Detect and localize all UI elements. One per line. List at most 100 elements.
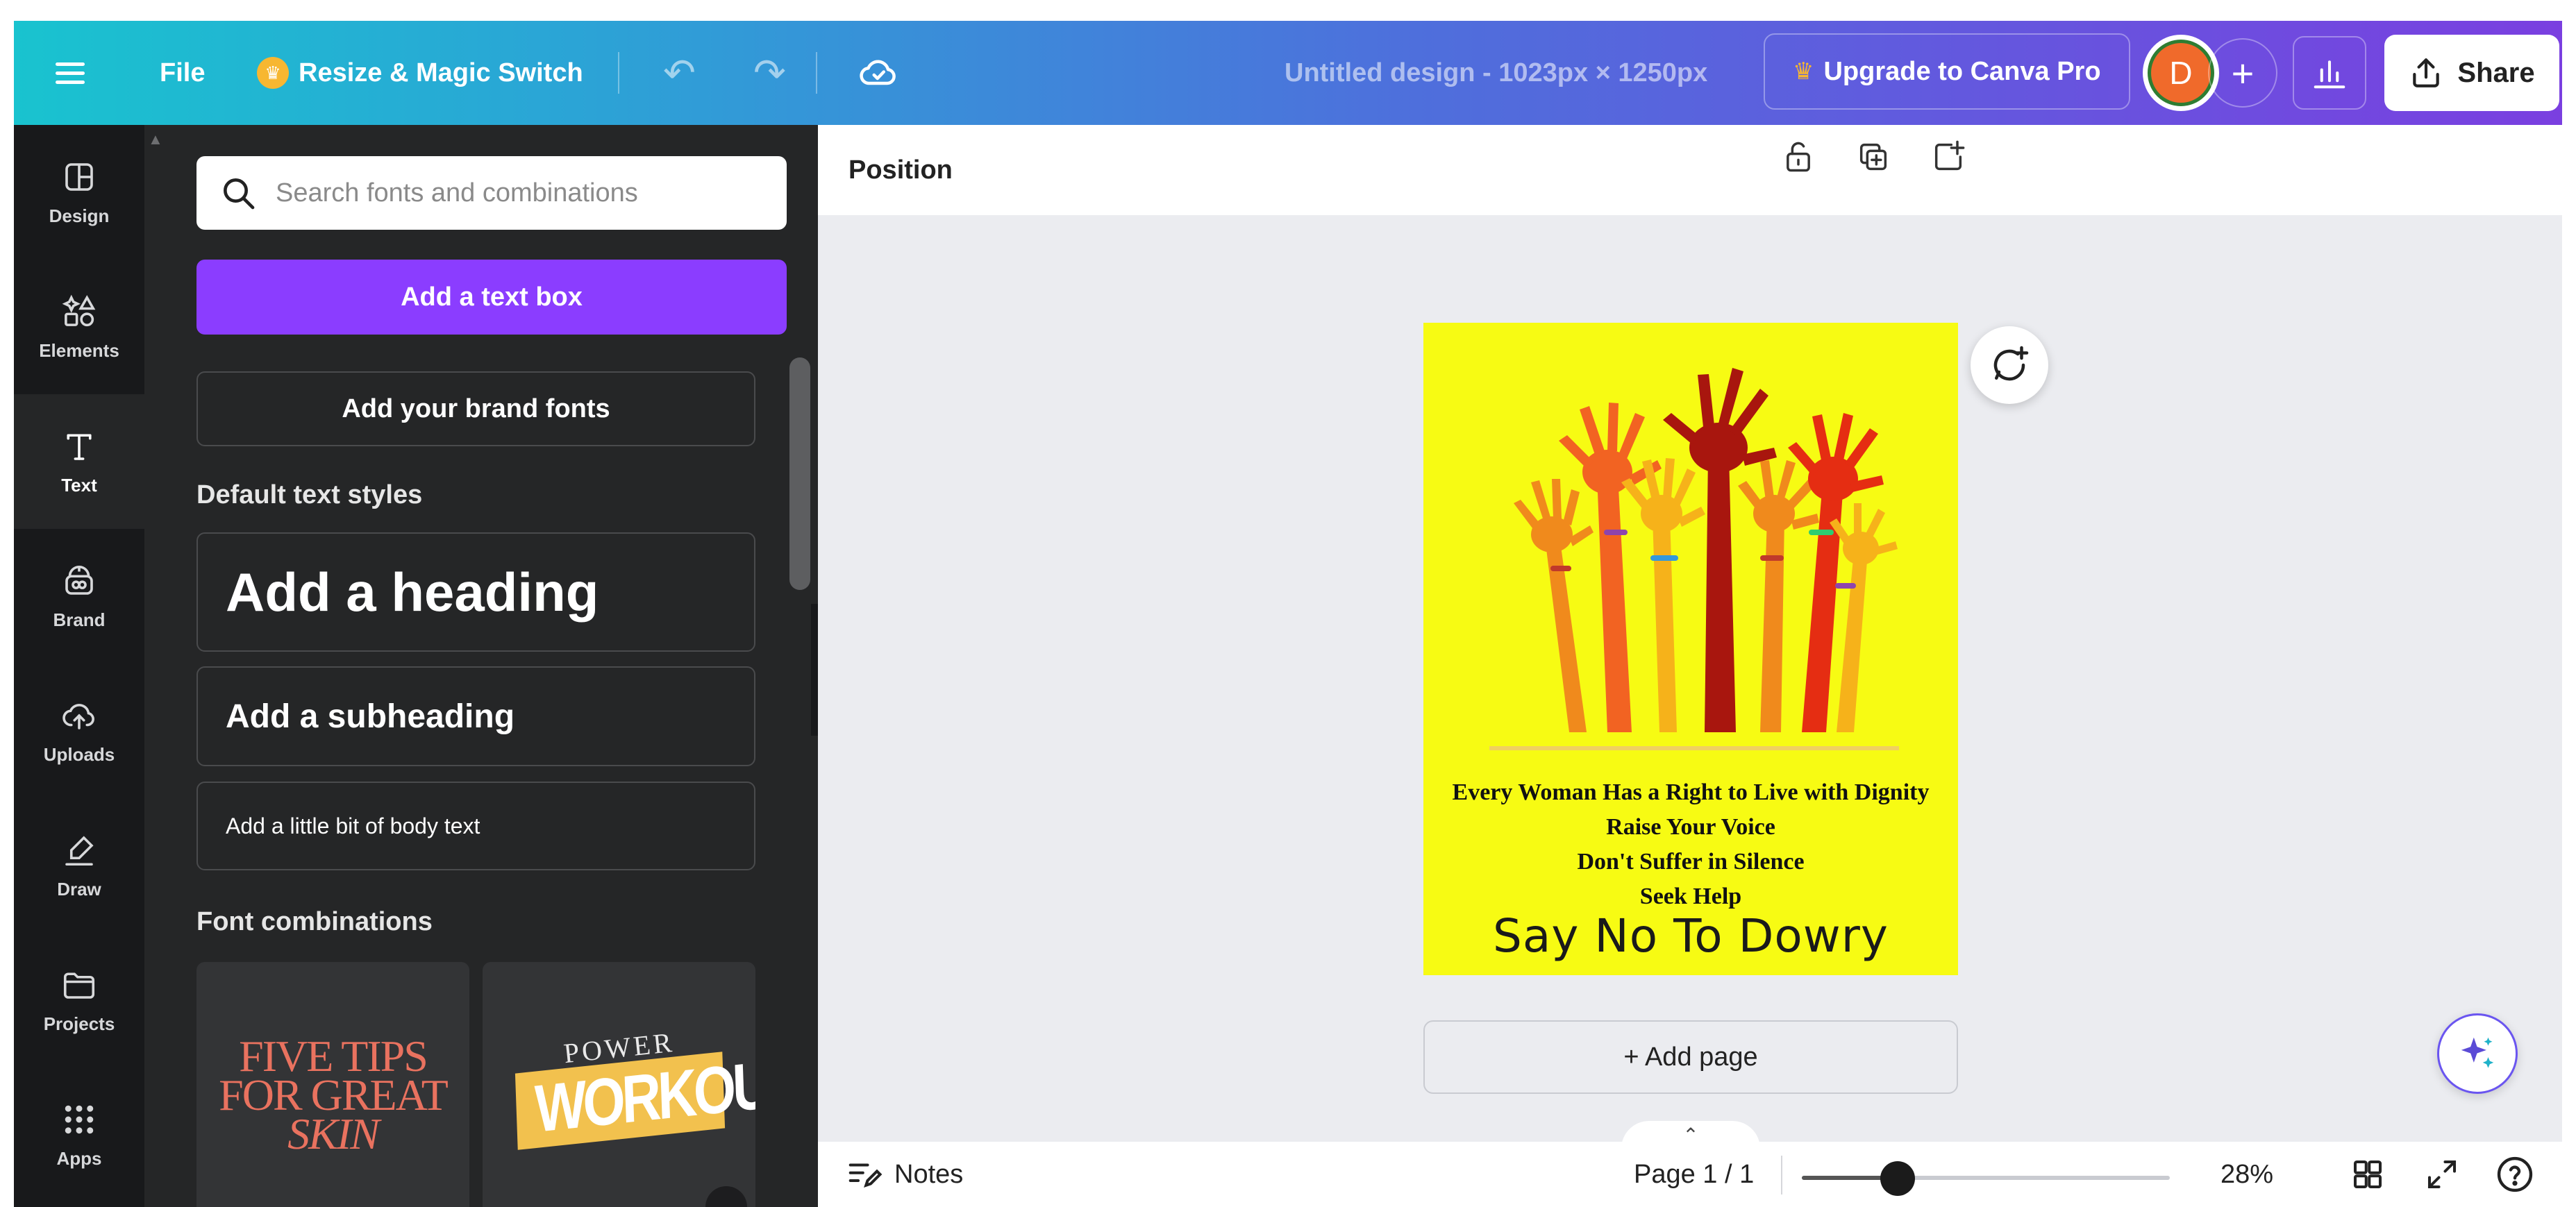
ground-line [1489,746,1899,750]
panel-scrollbar[interactable] [789,357,810,590]
add-page-icon[interactable] [1930,139,1966,175]
add-heading-button[interactable]: Add a heading [196,532,755,652]
help-icon [2497,1156,2533,1192]
combo-line: SKIN [287,1109,380,1158]
font-combination-card[interactable]: FIVE TIPS FOR GREAT SKIN [196,962,469,1207]
rail-item-brand[interactable]: Brand [14,529,144,664]
duplicate-page-icon[interactable] [1855,139,1891,175]
plus-icon: + [2231,51,2255,95]
page-indicator[interactable]: Page 1 / 1 [1634,1142,1754,1207]
layout-icon [65,162,93,191]
undo-icon: ↶ [663,51,696,94]
expand-icon [2427,1160,2457,1189]
share-button[interactable]: Share [2384,35,2559,111]
zoom-slider-handle[interactable] [1880,1161,1915,1196]
grid-icon [65,1105,94,1133]
resize-label: Resize & Magic Switch [299,58,583,87]
rail-item-design[interactable]: Design [14,125,144,260]
menu-button[interactable] [56,21,85,125]
divider [1781,1156,1782,1195]
default-text-styles-heading: Default text styles [196,480,423,509]
add-text-box-button[interactable]: Add a text box [196,260,787,335]
add-subheading-button[interactable]: Add a subheading [196,666,755,766]
font-combinations-heading: Font combinations [196,907,433,936]
redo-button[interactable]: ↷ [753,21,786,125]
help-button[interactable] [2495,1142,2535,1207]
design-text-line[interactable]: Raise Your Voice [1423,814,1958,841]
font-combination-card[interactable]: POWER WORKOUT [483,962,755,1207]
position-button[interactable]: Position [818,125,2562,215]
rail-item-elements[interactable]: Elements [14,260,144,394]
rail-item-uploads[interactable]: Uploads [14,664,144,798]
brand-icon [65,565,93,595]
sparkle-icon [2461,1037,2494,1068]
rail-item-projects[interactable]: Projects [14,933,144,1067]
top-toolbar: File ♛ Resize & Magic Switch ↶ ↷ Untitle… [14,21,2562,125]
raised-hands-illustration [1514,368,1898,732]
magic-assistant-button[interactable] [2437,1013,2518,1094]
font-search-box[interactable] [196,156,787,230]
folder-icon [63,972,95,999]
search-icon [224,178,255,210]
premium-badge-icon [705,1186,747,1207]
bottom-bar: Notes Page 1 / 1 28% [818,1142,2562,1207]
add-page-button[interactable]: + Add page [1423,1020,1958,1094]
rail-label: Projects [43,1013,115,1034]
add-comment-button[interactable] [1971,326,2048,404]
invite-button[interactable]: + [2208,38,2277,108]
design-page[interactable]: Every Woman Has a Right to Live with Dig… [1423,323,1958,975]
resize-magic-switch-button[interactable]: ♛ Resize & Magic Switch [257,21,583,125]
insights-button[interactable] [2293,36,2366,110]
redo-icon: ↷ [753,51,786,94]
pen-icon [65,835,94,866]
undo-button[interactable]: ↶ [663,21,696,125]
combination-preview-text: FIVE TIPS FOR GREAT SKIN [196,1034,469,1158]
lock-icon[interactable] [1780,139,1816,175]
rail-label: Elements [39,339,119,361]
divider [816,52,817,94]
search-input[interactable] [276,178,762,208]
grid-view-button[interactable] [2349,1142,2386,1207]
notes-label: Notes [894,1159,964,1189]
add-brand-fonts-button[interactable]: Add your brand fonts [196,371,755,446]
notes-button[interactable]: Notes [846,1142,963,1207]
page-tools [1780,139,1966,175]
rail-label: Text [61,474,97,496]
avatar-initial: D [2148,40,2214,106]
fullscreen-button[interactable] [2423,1142,2461,1207]
shapes-icon [62,294,96,326]
crown-icon: ♛ [257,57,289,89]
design-title[interactable]: Untitled design - 1023px × 1250px [1285,21,1707,125]
save-status-button[interactable] [858,21,899,125]
rail-label: Uploads [43,743,115,765]
design-text-line[interactable]: Seek Help [1423,884,1958,910]
rail-item-text[interactable]: Text [14,394,144,529]
comment-plus-icon [1993,346,2029,381]
design-text-line[interactable]: Every Woman Has a Right to Live with Dig… [1423,779,1958,806]
notes-icon [848,1163,883,1188]
left-rail: Design Elements Text Brand Uploads Draw … [14,125,144,1207]
grid-view-icon [2353,1160,2382,1189]
zoom-percentage[interactable]: 28% [2220,1142,2273,1207]
rail-item-draw[interactable]: Draw [14,798,144,933]
share-upload-icon [2413,58,2440,87]
rail-label: Draw [57,878,101,900]
rail-item-apps[interactable]: Apps [14,1067,144,1202]
share-label: Share [2457,57,2535,88]
upgrade-button[interactable]: ♛ Upgrade to Canva Pro [1764,33,2130,110]
crown-icon: ♛ [1793,58,1814,85]
rail-label: Brand [53,609,106,630]
hamburger-icon [56,61,85,85]
rail-label: Apps [56,1147,102,1169]
upload-cloud-icon [62,703,94,729]
design-headline[interactable]: Say No To Dowry [1423,909,1958,963]
rail-label: Design [49,205,110,226]
file-menu[interactable]: File [160,21,205,125]
text-panel: ▲ Add a text box Add your brand fonts De… [144,125,818,1207]
design-text-line[interactable]: Don't Suffer in Silence [1423,849,1958,875]
bar-chart-icon [2314,60,2345,89]
add-body-text-button[interactable]: Add a little bit of body text [196,782,755,870]
scroll-up-icon[interactable]: ▲ [148,130,163,149]
cloud-check-icon [860,60,896,85]
divider [618,52,619,94]
